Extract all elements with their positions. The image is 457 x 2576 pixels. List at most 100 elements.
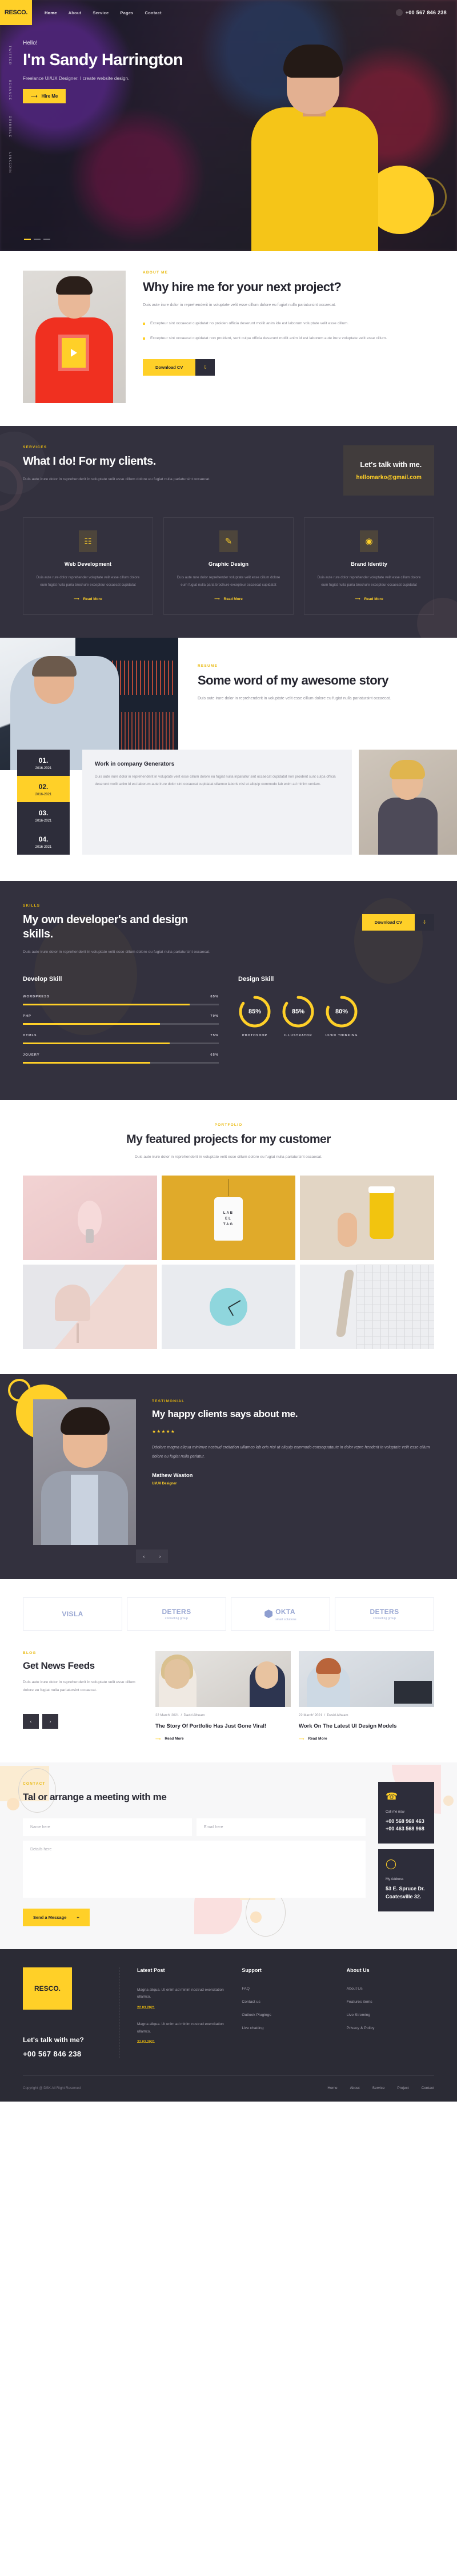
footer-about-item[interactable]: About Us (347, 1987, 434, 1991)
client-logo-name: OKTA (275, 1607, 295, 1616)
blog-meta-sep: / (323, 1713, 327, 1717)
blog-read-more-label: Read More (165, 1737, 184, 1741)
service-card[interactable]: ✎ Graphic Design Duis aute rure dolor re… (163, 517, 294, 615)
skills-section: SKILLS My own developer's and design ski… (0, 881, 457, 1101)
skill-bar-row: HTML5 75% (23, 1034, 219, 1045)
logo[interactable]: RESCO. (0, 0, 32, 25)
blog-prev-button[interactable]: ‹ (23, 1714, 39, 1729)
service-card[interactable]: ☷ Web Development Duis aute rure dolor r… (23, 517, 153, 615)
details-textarea[interactable] (23, 1840, 366, 1898)
nav-item-about[interactable]: About (69, 10, 82, 15)
client-logo-deters-2[interactable]: DETERS consulting group (335, 1597, 434, 1631)
about-image (23, 271, 126, 403)
blog-next-button[interactable]: › (42, 1714, 58, 1729)
lets-talk-email[interactable]: hellomarko@gmail.com (356, 474, 422, 481)
footer-post-text: Magna aliqua. Ut enim ad minim nostrud e… (137, 1987, 224, 1999)
skills-download-cv-button[interactable]: Download CV ⇩ (362, 914, 434, 931)
service-card[interactable]: ◉ Brand Identity Duis aute rure dolor re… (304, 517, 434, 615)
footer-about-item[interactable]: Features items (347, 2000, 434, 2004)
contact-form-wrap: CONTACT Tal or arrange a meeting with me… (23, 1782, 366, 1926)
timeline-item[interactable]: 04. 2016-2021 (17, 828, 70, 855)
testimonial-title: My happy clients says about me. (152, 1408, 298, 1419)
download-icon: ⇩ (415, 914, 434, 931)
contact-card-address[interactable]: ◯ My Address 53 E. Spruce Dr. Coatesvill… (378, 1849, 434, 1912)
testimonial-prev-button[interactable]: ‹ (136, 1549, 152, 1563)
timeline-item[interactable]: 03. 2016-2021 (17, 802, 70, 829)
footer-link-home[interactable]: Home (327, 2086, 337, 2090)
footer-support-item[interactable]: Contact us (242, 2000, 329, 2004)
nav-item-home[interactable]: Home (45, 10, 57, 15)
contact-cards: ☎ Call me now +00 568 968 463 +00 463 56… (378, 1781, 434, 1926)
footer-about-item[interactable]: Privacy & Policy (347, 2026, 434, 2030)
service-read-more-label: Read More (83, 597, 102, 601)
design-skill-title: Design Skill (238, 976, 274, 983)
footer-post-text: Magna aliqua. Ut enim ad minim nostrud e… (137, 2022, 224, 2034)
nav-item-contact[interactable]: Contact (145, 10, 162, 15)
hire-me-button[interactable]: ⟶ Hire Me (23, 89, 66, 104)
timeline-item-active[interactable]: 02. 2016-2021 (17, 776, 70, 803)
testimonial-next-button[interactable]: › (152, 1549, 168, 1563)
send-message-button[interactable]: Send a Message + (23, 1908, 90, 1926)
footer-about-item[interactable]: Live Streming (347, 2013, 434, 2017)
blog-post[interactable]: 22 March' 2021 / David Alheam The Story … (155, 1651, 291, 1743)
testimonial-carousel-nav: ‹ › (136, 1549, 457, 1563)
client-logo-sub: consulting group (165, 1616, 188, 1620)
portfolio-item-coffee-cup[interactable] (300, 1175, 434, 1260)
footer-support-item[interactable]: Outlook Plugings (242, 2013, 329, 2017)
footer-about-title: About Us (346, 1967, 370, 1973)
header-phone[interactable]: +00 567 846 238 (395, 9, 447, 16)
slider-dot-2[interactable] (34, 239, 41, 240)
slider-dot-3[interactable] (43, 239, 50, 240)
footer-phone[interactable]: +00 567 846 238 (23, 2050, 108, 2058)
footer-post[interactable]: Magna aliqua. Ut enim ad minim nostrud e… (137, 1987, 225, 2010)
portfolio-item-lightbulb[interactable] (23, 1175, 157, 1260)
gauge-value: 80% (335, 1008, 348, 1016)
client-logo-visla[interactable]: VISLA (23, 1597, 122, 1631)
client-logo-deters-1[interactable]: DETERS consulting group (127, 1597, 226, 1631)
blog-post-read-more[interactable]: ⟶ Read More (299, 1737, 327, 1741)
footer-logo[interactable]: RESCO. (23, 1967, 72, 2010)
portfolio-item-clock[interactable] (161, 1264, 296, 1349)
footer-about: About Us About Us Features items Live St… (347, 1967, 434, 2058)
service-read-more[interactable]: ⟶ Read More (214, 597, 243, 602)
portfolio-item-chair[interactable] (23, 1264, 157, 1349)
contact-card-phone[interactable]: ☎ Call me now +00 568 968 463 +00 463 56… (378, 1781, 434, 1844)
footer-link-about[interactable]: About (350, 2086, 360, 2090)
social-dribbble[interactable]: DRIBBBLE (8, 116, 11, 138)
download-cv-label: Download CV (362, 914, 415, 931)
service-read-more[interactable]: ⟶ Read More (74, 597, 102, 602)
service-read-more[interactable]: ⟶ Read More (355, 597, 383, 602)
nav-item-pages[interactable]: Pages (120, 10, 133, 15)
footer-link-service[interactable]: Service (372, 2086, 385, 2090)
service-name: Graphic Design (208, 561, 249, 567)
slider-dot-1[interactable] (24, 239, 31, 240)
skills-header: SKILLS My own developer's and design ski… (23, 904, 434, 956)
services-description: Duis aute irure dolor in reprehenderit i… (23, 477, 211, 481)
gauge-value: 85% (291, 1008, 305, 1016)
timeline-item[interactable]: 01. 2016-2021 (17, 750, 70, 776)
footer-post[interactable]: Magna aliqua. Ut enim ad minim nostrud e… (137, 2021, 225, 2044)
footer-support-item[interactable]: Live chatting (242, 2026, 329, 2030)
resume-detail-body: Duis aute irure dolor in reprehenderit i… (95, 775, 336, 787)
hero-greeting: Hello! (23, 40, 38, 46)
social-linkedin[interactable]: LINKEDIN (8, 152, 11, 174)
header-phone-number: +00 567 846 238 (405, 10, 447, 15)
send-message-label: Send a Message (33, 1914, 67, 1920)
download-cv-button[interactable]: Download CV ⇩ (143, 359, 215, 376)
name-input[interactable] (23, 1818, 192, 1836)
client-logo-name: VISLA (62, 1609, 83, 1618)
blog-post[interactable]: 22 March' 2021 / David Alheam Work On Th… (299, 1651, 434, 1743)
play-video-button[interactable] (62, 338, 86, 368)
nav-item-service[interactable]: Service (93, 10, 109, 15)
footer-link-project[interactable]: Project (397, 2086, 408, 2090)
portfolio-item-label-tag[interactable]: LAB EL TAG (161, 1175, 296, 1260)
blog-post-read-more[interactable]: ⟶ Read More (155, 1737, 184, 1741)
hero-slider-dots[interactable] (24, 239, 50, 240)
pen-ruler-icon: ✎ (219, 530, 238, 552)
code-icon: ☷ (79, 530, 97, 552)
footer-link-contact[interactable]: Contact (422, 2086, 434, 2090)
email-input[interactable] (197, 1818, 366, 1836)
portfolio-item-staircase[interactable] (300, 1264, 434, 1349)
footer-support-item[interactable]: FAQ (242, 1987, 329, 1991)
client-logo-okta[interactable]: OKTA smart solutions (231, 1597, 330, 1631)
